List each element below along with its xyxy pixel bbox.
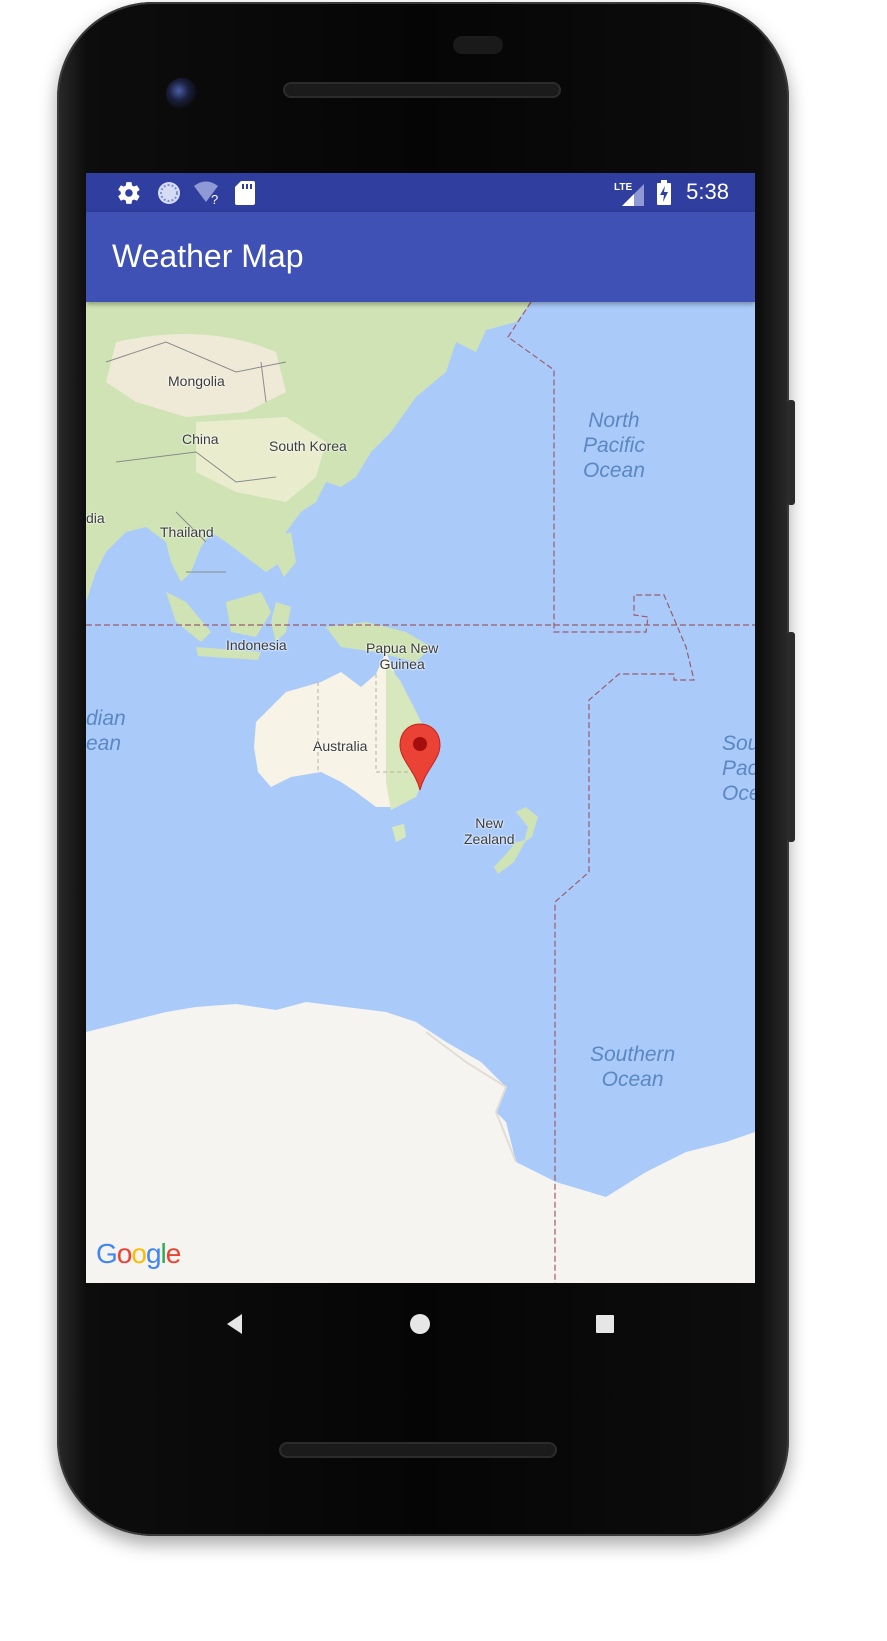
map-label-south-korea: South Korea bbox=[269, 438, 347, 454]
north-pacific-line-2: Pacific bbox=[583, 434, 645, 457]
nz-line-1: New bbox=[475, 815, 504, 831]
signal-icon: LTE bbox=[614, 182, 644, 206]
ocean-label-south-pacific: Sou Pac Oce bbox=[722, 731, 755, 806]
top-speaker bbox=[283, 82, 561, 98]
ocean-label-north-pacific: North Pacific Ocean bbox=[583, 408, 645, 483]
south-pacific-line-1: Sou bbox=[722, 732, 755, 755]
power-button bbox=[787, 632, 795, 842]
map-label-australia: Australia bbox=[313, 738, 368, 754]
south-pacific-line-3: Oce bbox=[722, 782, 755, 805]
sumatra bbox=[166, 592, 211, 642]
bottom-speaker bbox=[279, 1442, 557, 1458]
home-button[interactable] bbox=[405, 1309, 435, 1339]
recents-button[interactable] bbox=[590, 1309, 620, 1339]
map-label-papua-new-guinea: Papua New Guinea bbox=[366, 640, 438, 672]
papua-line-2: Guinea bbox=[379, 656, 425, 672]
map-label-mongolia: Mongolia bbox=[168, 373, 225, 389]
nz-line-2: Zealand bbox=[464, 831, 515, 847]
indian-line-1: dian bbox=[86, 707, 126, 730]
map-graphics bbox=[86, 302, 755, 1283]
logo-letter: o bbox=[116, 1238, 133, 1269]
map-label-new-zealand: New Zealand bbox=[464, 815, 515, 847]
front-camera bbox=[166, 78, 198, 110]
sulawesi bbox=[271, 602, 291, 642]
back-button[interactable] bbox=[222, 1309, 252, 1339]
volume-button bbox=[787, 400, 795, 505]
north-pacific-line-1: North bbox=[588, 409, 640, 432]
map-marker-pin-icon[interactable] bbox=[398, 722, 442, 792]
philippines bbox=[274, 532, 296, 577]
nz-north-island bbox=[516, 807, 538, 842]
logo-letter: G bbox=[96, 1238, 118, 1269]
status-bar: ? LTE 5:38 bbox=[86, 173, 755, 212]
south-pacific-line-2: Pac bbox=[722, 757, 755, 780]
borneo bbox=[226, 592, 271, 637]
sd-card-icon bbox=[235, 181, 255, 205]
southern-line-2: Ocean bbox=[601, 1068, 664, 1091]
papua-line-1: Papua New bbox=[366, 640, 439, 656]
svg-text:?: ? bbox=[211, 192, 218, 206]
map-label-india: dia bbox=[86, 510, 105, 526]
app-title: Weather Map bbox=[112, 238, 304, 274]
wifi-unknown-icon: ? bbox=[194, 181, 218, 206]
logo-letter: o bbox=[131, 1238, 147, 1269]
front-sensor bbox=[453, 36, 503, 54]
southern-line-1: Southern bbox=[590, 1043, 676, 1066]
logo-letter: g bbox=[145, 1238, 162, 1269]
logo-letter: e bbox=[165, 1238, 182, 1269]
google-logo: Google bbox=[96, 1238, 182, 1270]
battery-charging-icon bbox=[657, 180, 671, 205]
tasmania bbox=[392, 824, 406, 842]
device-screen: ? LTE 5:38 Weather Map Mongolia China So… bbox=[86, 173, 755, 1283]
north-pacific-line-3: Ocean bbox=[583, 459, 645, 482]
map-label-china: China bbox=[182, 431, 219, 447]
app-bar: Weather Map bbox=[86, 212, 755, 302]
gear-icon bbox=[118, 182, 140, 204]
ocean-label-indian: dian ean bbox=[86, 706, 126, 756]
map-label-thailand: Thailand bbox=[160, 524, 214, 540]
ocean-label-southern: Southern Ocean bbox=[590, 1042, 675, 1092]
sync-icon bbox=[158, 182, 180, 204]
navigation-bar bbox=[86, 1283, 755, 1363]
indian-line-2: ean bbox=[86, 732, 122, 755]
svg-text:LTE: LTE bbox=[614, 182, 632, 193]
map-view[interactable]: Mongolia China South Korea dia Thailand … bbox=[86, 302, 755, 1283]
status-time: 5:38 bbox=[686, 179, 729, 204]
map-label-indonesia: Indonesia bbox=[226, 637, 287, 653]
